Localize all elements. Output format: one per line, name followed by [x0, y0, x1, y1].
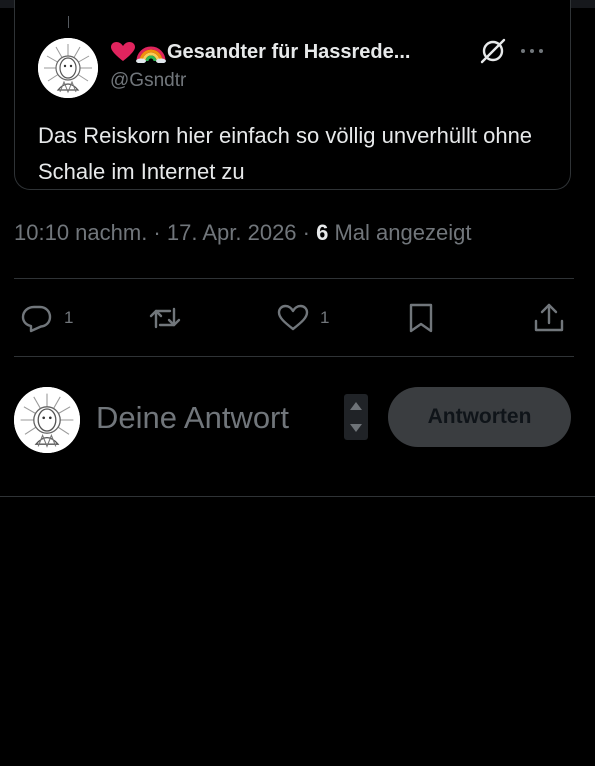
meta-separator: · [296, 220, 317, 245]
views-count: 6 [316, 220, 329, 245]
reply-icon [21, 305, 52, 333]
like-count: 1 [320, 308, 330, 327]
grok-icon[interactable] [479, 37, 507, 65]
tweet-detail-page: Gesandter für Hassrede... @Gsndtr Das Re… [0, 0, 595, 766]
divider [14, 356, 574, 357]
views-label: Mal angezeigt [328, 220, 472, 245]
reply-count: 1 [64, 308, 74, 327]
scroll-stepper[interactable] [344, 394, 368, 440]
meta-separator: · [147, 220, 167, 245]
red-heart-icon [111, 42, 135, 61]
tweet-time[interactable]: 10:10 nachm. [14, 220, 147, 245]
retweet-button[interactable] [148, 300, 192, 336]
avatar-image [14, 387, 80, 453]
reply-button[interactable]: 1 [20, 300, 73, 336]
divider [14, 278, 574, 279]
quoted-author-name-row[interactable]: Gesandter für Hassrede... [110, 38, 455, 66]
avatar[interactable] [38, 38, 98, 98]
rainbow-icon [136, 46, 166, 63]
retweet-icon [149, 307, 181, 329]
heart-icon [277, 304, 309, 331]
reply-input[interactable] [96, 396, 334, 440]
arrow-down-icon[interactable] [350, 424, 362, 432]
quoted-author-handle[interactable]: @Gsndtr [110, 70, 186, 92]
arrow-up-icon[interactable] [350, 402, 362, 410]
tweet-date[interactable]: 17. Apr. 2026 [167, 220, 297, 245]
like-button[interactable]: 1 [276, 300, 329, 336]
bookmark-button[interactable] [404, 300, 438, 336]
thread-line [68, 16, 69, 28]
more-icon[interactable] [519, 46, 545, 56]
share-icon [534, 303, 564, 332]
avatar-image [38, 38, 98, 98]
bookmark-icon [409, 303, 433, 333]
tweet-meta: 10:10 nachm. · 17. Apr. 2026 · 6 Mal ang… [14, 220, 471, 246]
divider [0, 496, 595, 497]
share-button[interactable] [532, 300, 566, 336]
user-avatar[interactable] [14, 387, 80, 453]
reply-submit-button[interactable]: Antworten [388, 387, 571, 447]
quoted-tweet-text: Das Reiskorn hier einfach so völlig unve… [38, 123, 533, 184]
quoted-author-name[interactable]: Gesandter für Hassrede... [167, 41, 410, 64]
